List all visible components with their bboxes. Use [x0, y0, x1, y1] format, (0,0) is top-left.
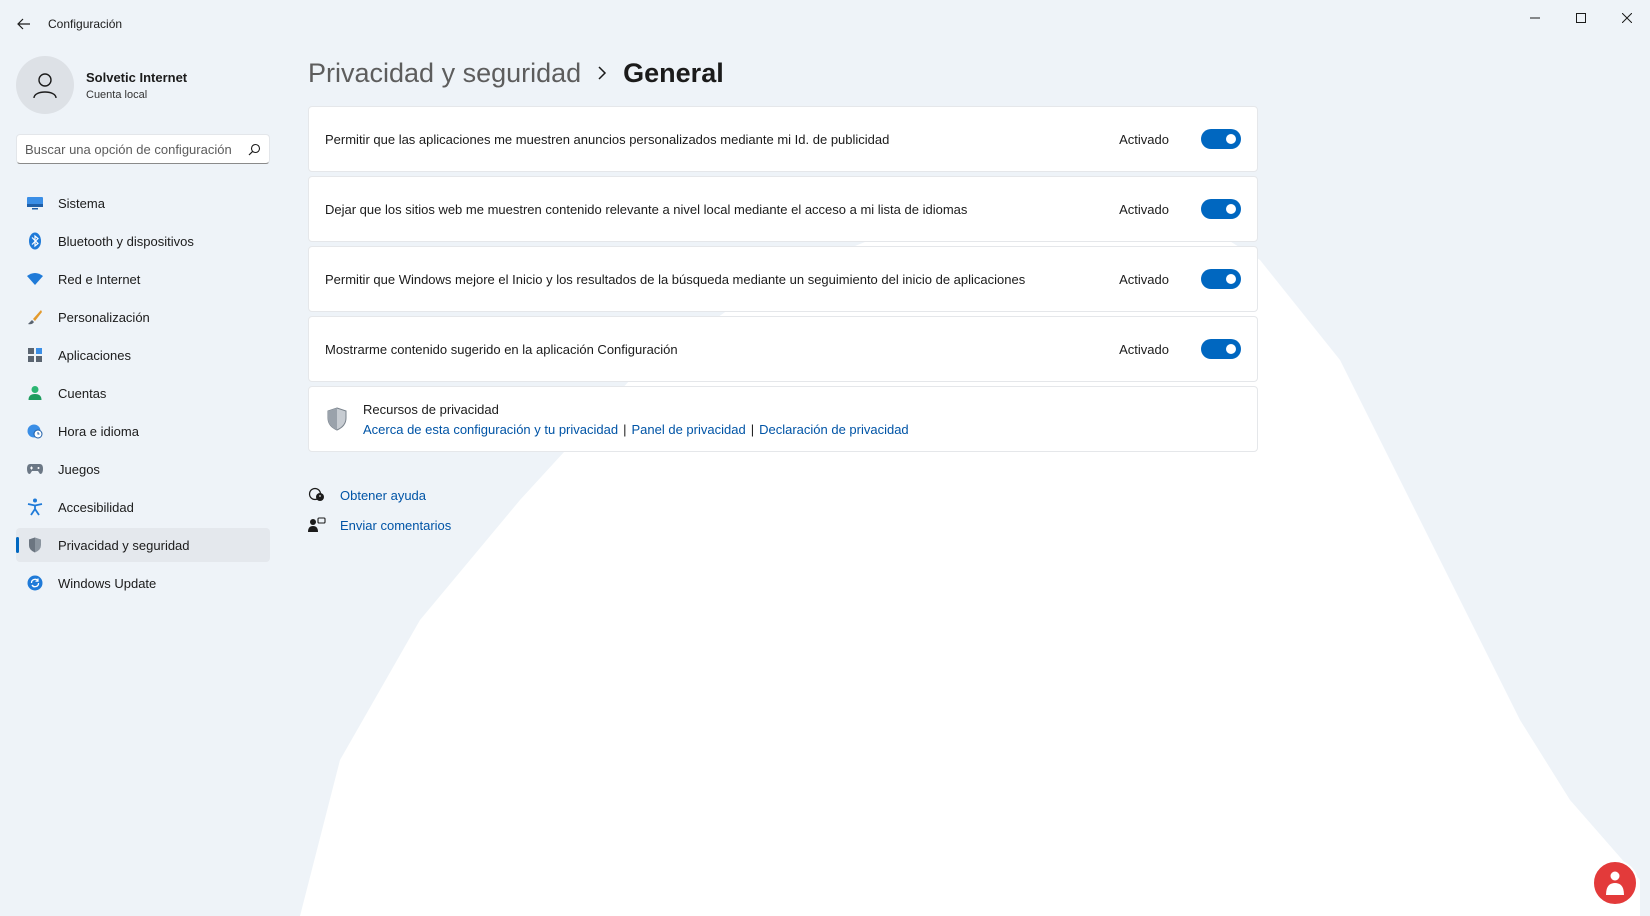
sidebar-item-label: Juegos [58, 461, 100, 477]
page-title: General [623, 57, 724, 88]
user-profile[interactable]: Solvetic Internet Cuenta local [16, 56, 187, 114]
search-icon [248, 143, 261, 155]
maximize-button[interactable] [1558, 0, 1604, 36]
update-icon [27, 575, 43, 591]
toggle-switch[interactable] [1201, 269, 1241, 289]
toggle-switch[interactable] [1201, 339, 1241, 359]
sidebar-item-label: Windows Update [58, 575, 157, 591]
setting-card-language: Dejar que los sitios web me muestren con… [308, 176, 1258, 242]
sidebar-item-red[interactable]: Red e Internet [16, 262, 270, 296]
sidebar-item-label: Bluetooth y dispositivos [58, 233, 194, 249]
watermark-logo [1592, 860, 1638, 906]
back-arrow-icon [17, 18, 30, 30]
profile-account-type: Cuenta local [86, 88, 148, 101]
nav-list: Sistema Bluetooth y dispositivos Red e I… [16, 186, 270, 604]
search-input[interactable] [25, 141, 248, 157]
setting-state: Activado [1119, 341, 1169, 357]
sidebar-item-label: Red e Internet [58, 271, 141, 287]
setting-state: Activado [1119, 271, 1169, 287]
feedback-icon [308, 517, 326, 532]
sidebar-item-sistema[interactable]: Sistema [16, 186, 270, 220]
sidebar-item-bluetooth[interactable]: Bluetooth y dispositivos [16, 224, 270, 258]
toggle-switch[interactable] [1201, 199, 1241, 219]
setting-card-suggested: Mostrarme contenido sugerido en la aplic… [308, 316, 1258, 382]
breadcrumb: Privacidad y seguridad General [308, 48, 1258, 98]
help-icon [308, 487, 324, 501]
sidebar-item-label: Privacidad y seguridad [58, 537, 190, 553]
help-label: Obtener ayuda [340, 487, 427, 503]
sidebar-item-label: Hora e idioma [58, 423, 139, 439]
link-separator: | [623, 421, 627, 437]
link-privacy-dashboard[interactable]: Panel de privacidad [631, 422, 745, 437]
setting-card-app-tracking: Permitir que Windows mejore el Inicio y … [308, 246, 1258, 312]
resources-title: Recursos de privacidad [363, 401, 499, 417]
help-section: Obtener ayuda Enviar comentarios [308, 480, 1258, 540]
shield-icon [327, 407, 347, 431]
sidebar-item-windows-update[interactable]: Windows Update [16, 566, 270, 600]
get-help-link[interactable]: Obtener ayuda [308, 480, 1258, 510]
toggle-switch[interactable] [1201, 129, 1241, 149]
monitor-icon [27, 197, 43, 210]
close-button[interactable] [1604, 0, 1650, 36]
shield-icon [29, 537, 41, 553]
person-icon [28, 386, 42, 400]
accessibility-icon [27, 498, 43, 516]
bluetooth-icon [29, 232, 41, 250]
sidebar-item-hora[interactable]: Hora e idioma [16, 414, 270, 448]
settings-list: Permitir que las aplicaciones me muestre… [308, 106, 1258, 452]
sidebar: Solvetic Internet Cuenta local Sistema B… [0, 48, 290, 916]
setting-label: Permitir que Windows mejore el Inicio y … [325, 271, 1026, 287]
sidebar-item-label: Accesibilidad [58, 499, 134, 515]
send-feedback-link[interactable]: Enviar comentarios [308, 510, 1258, 540]
main-content: Privacidad y seguridad General Permitir … [308, 48, 1258, 540]
sidebar-item-juegos[interactable]: Juegos [16, 452, 270, 486]
sidebar-item-label: Personalización [58, 309, 150, 325]
profile-name: Solvetic Internet [86, 69, 188, 85]
sidebar-item-accesibilidad[interactable]: Accesibilidad [16, 490, 270, 524]
sidebar-item-privacidad[interactable]: Privacidad y seguridad [16, 528, 270, 562]
search-box[interactable] [16, 134, 270, 164]
app-title: Configuración [48, 17, 123, 31]
sidebar-item-personalizacion[interactable]: Personalización [16, 300, 270, 334]
link-about-privacy[interactable]: Acerca de esta configuración y tu privac… [363, 422, 618, 437]
window-controls [1512, 0, 1650, 36]
minimize-button[interactable] [1512, 0, 1558, 36]
chevron-right-icon [598, 66, 607, 80]
back-button[interactable] [0, 0, 48, 48]
sidebar-item-aplicaciones[interactable]: Aplicaciones [16, 338, 270, 372]
setting-card-ads: Permitir que las aplicaciones me muestre… [308, 106, 1258, 172]
setting-state: Activado [1119, 201, 1169, 217]
sidebar-item-label: Sistema [58, 195, 105, 211]
setting-state: Activado [1119, 131, 1169, 147]
setting-label: Dejar que los sitios web me muestren con… [325, 201, 968, 217]
user-icon [33, 73, 57, 99]
minimize-icon [1530, 17, 1540, 19]
sidebar-item-label: Aplicaciones [58, 347, 131, 363]
feedback-label: Enviar comentarios [340, 517, 452, 533]
globe-clock-icon [27, 424, 43, 439]
sidebar-item-label: Cuentas [58, 385, 107, 401]
person-icon [1606, 871, 1624, 895]
setting-label: Mostrarme contenido sugerido en la aplic… [325, 341, 678, 357]
apps-icon [28, 348, 42, 362]
brush-icon [28, 310, 42, 325]
link-separator: | [750, 421, 755, 437]
title-bar: Configuración [0, 0, 1650, 48]
setting-label: Permitir que las aplicaciones me muestre… [325, 131, 890, 147]
gamepad-icon [27, 464, 43, 474]
link-privacy-statement[interactable]: Declaración de privacidad [759, 422, 909, 437]
sidebar-item-cuentas[interactable]: Cuentas [16, 376, 270, 410]
maximize-icon [1576, 13, 1586, 23]
wifi-icon [27, 273, 43, 285]
avatar [16, 56, 74, 114]
privacy-resources-card: Recursos de privacidad Acerca de esta co… [308, 386, 1258, 452]
breadcrumb-parent[interactable]: Privacidad y seguridad [308, 58, 581, 89]
close-icon [1622, 13, 1632, 23]
